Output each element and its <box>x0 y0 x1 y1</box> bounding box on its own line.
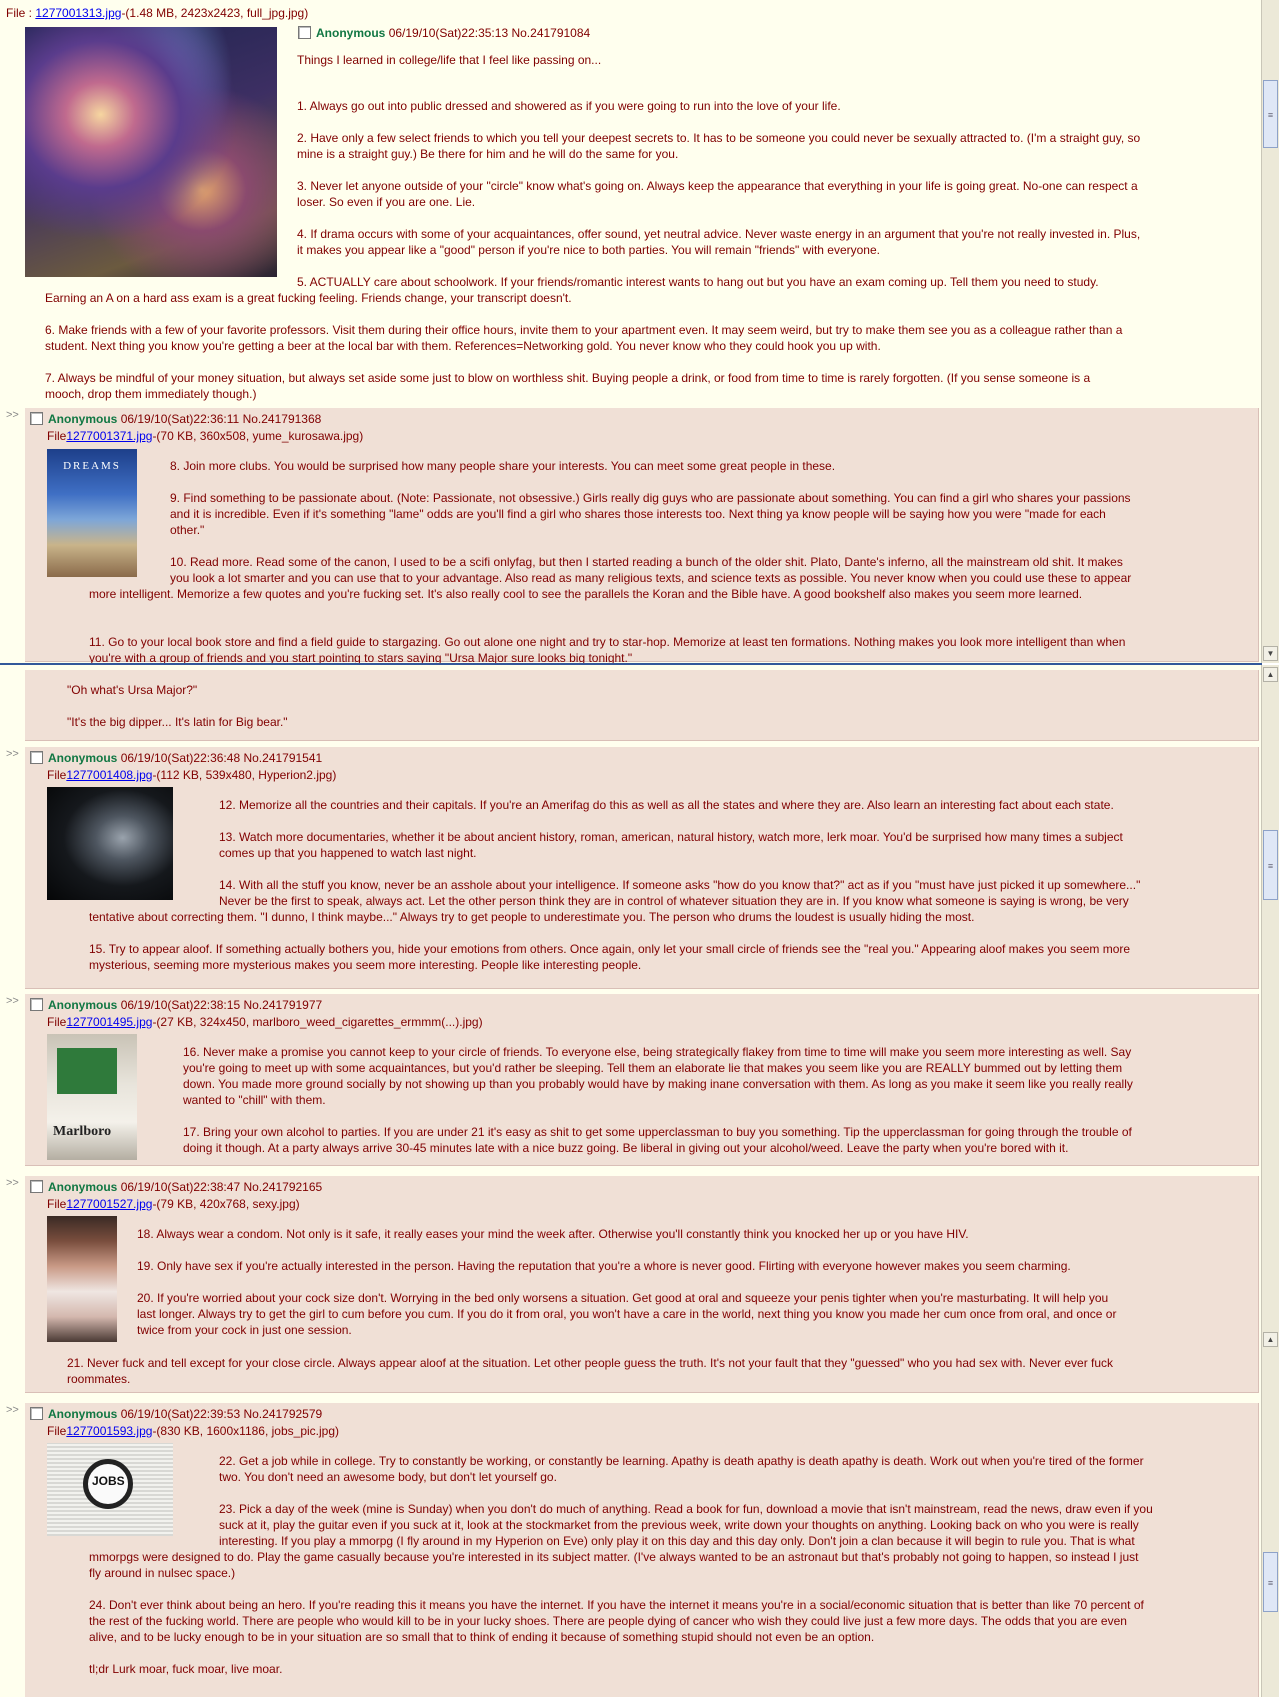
post-datetime: 06/19/10(Sat)22:38:15 <box>120 998 241 1012</box>
op-file-meta: -(1.48 MB, 2423x2423, full_jpg.jpg) <box>121 6 309 20</box>
op-message-intro: Things I learned in college/life that I … <box>297 53 602 67</box>
file-link[interactable]: 1277001371.jpg <box>66 429 152 443</box>
frame-divider <box>0 663 1262 665</box>
file-info: File1277001408.jpg-(112 KB, 539x480, Hyp… <box>47 768 337 782</box>
reply-checkbox[interactable] <box>30 998 43 1011</box>
reply-arrows: >> <box>6 995 19 1007</box>
file-label: File : <box>6 6 36 20</box>
op-poster-name: Anonymous <box>316 26 386 40</box>
reply-arrows: >> <box>6 1404 19 1416</box>
reply-message: 22. Get a job while in college. Try to c… <box>67 1453 1247 1677</box>
op-checkbox[interactable] <box>298 26 311 39</box>
post-number[interactable]: No.241791977 <box>243 998 322 1012</box>
message-part-a: 22. Get a job while in college. Try to c… <box>219 1454 1153 1548</box>
op-header: Anonymous 06/19/10(Sat)22:35:13 No.24179… <box>298 26 590 40</box>
poster-name: Anonymous <box>48 412 118 426</box>
message-part-b: more intelligent. Memorize a few quotes … <box>89 587 1126 665</box>
reply-header: Anonymous 06/19/10(Sat)22:36:48 No.24179… <box>30 751 322 765</box>
reply-post: Anonymous 06/19/10(Sat)22:38:47 No.24179… <box>25 1176 1259 1393</box>
post-datetime: 06/19/10(Sat)22:38:47 <box>120 1180 241 1194</box>
reply-header: Anonymous 06/19/10(Sat)22:36:11 No.24179… <box>30 412 321 426</box>
thread-page: File : 1277001313.jpg-(1.48 MB, 2423x242… <box>0 0 1262 1697</box>
post-number[interactable]: No.241791541 <box>243 751 322 765</box>
file-link[interactable]: 1277001593.jpg <box>66 1424 152 1438</box>
op-datetime: 06/19/10(Sat)22:35:13 <box>388 26 509 40</box>
file-link[interactable]: 1277001495.jpg <box>66 1015 152 1029</box>
lower-scroll-arrow-mid[interactable]: ▲ <box>1263 1332 1278 1347</box>
reply-arrows: >> <box>6 409 19 421</box>
lower-scrollbar-thumb-1[interactable]: ≡ <box>1263 830 1278 900</box>
op-file-link[interactable]: 1277001313.jpg <box>35 6 121 20</box>
post-number[interactable]: No.241791368 <box>243 412 322 426</box>
post-datetime: 06/19/10(Sat)22:36:11 <box>120 412 240 426</box>
op-file-info: File : 1277001313.jpg-(1.48 MB, 2423x242… <box>6 6 308 20</box>
file-info: File1277001527.jpg-(79 KB, 420x768, sexy… <box>47 1197 300 1211</box>
lower-scrollbar[interactable]: ▲ ≡ ▲ ≡ <box>1261 665 1279 1697</box>
message-part-a: 16. Never make a promise you cannot keep… <box>183 1045 1133 1155</box>
file-link[interactable]: 1277001527.jpg <box>66 1197 152 1211</box>
reply-message: 16. Never make a promise you cannot keep… <box>67 1044 1247 1156</box>
reply-post: Anonymous 06/19/10(Sat)22:36:11 No.24179… <box>25 408 1259 665</box>
op-message-main: 1. Always go out into public dressed and… <box>297 99 1141 289</box>
lower-scrollbar-thumb-2[interactable]: ≡ <box>1263 1552 1278 1612</box>
reply-checkbox[interactable] <box>30 751 43 764</box>
file-link[interactable]: 1277001408.jpg <box>66 768 152 782</box>
file-info: File1277001495.jpg-(27 KB, 324x450, marl… <box>47 1015 483 1029</box>
upper-scrollbar-thumb[interactable]: ≡ <box>1263 80 1278 148</box>
poster-name: Anonymous <box>48 998 118 1012</box>
reply-post-continued: "Oh what's Ursa Major?" "It's the big di… <box>25 670 1259 741</box>
message-part-c: "Oh what's Ursa Major?" "It's the big di… <box>67 683 288 729</box>
file-info: File1277001371.jpg-(70 KB, 360x508, yume… <box>47 429 364 443</box>
reply-post: Anonymous 06/19/10(Sat)22:38:15 No.24179… <box>25 994 1259 1166</box>
message-part-b: 21. Never fuck and tell except for your … <box>67 1356 1114 1386</box>
post-datetime: 06/19/10(Sat)22:39:53 <box>120 1407 241 1421</box>
upper-scroll-down-arrow[interactable]: ▼ <box>1263 646 1278 661</box>
reply-message: 18. Always wear a condom. Not only is it… <box>67 1226 1247 1338</box>
reply-header: Anonymous 06/19/10(Sat)22:38:47 No.24179… <box>30 1180 322 1194</box>
message-part-a: 12. Memorize all the countries and their… <box>219 798 1141 908</box>
reply-header: Anonymous 06/19/10(Sat)22:38:15 No.24179… <box>30 998 322 1012</box>
poster-name: Anonymous <box>48 1407 118 1421</box>
message-part-b: tentative about correcting them. "I dunn… <box>89 910 1131 972</box>
message-part-b: mmorpgs were designed to do. Play the ga… <box>89 1550 1144 1676</box>
message-part-a: 8. Join more clubs. You would be surpris… <box>170 459 1132 585</box>
post-number[interactable]: No.241792165 <box>243 1180 322 1194</box>
post-datetime: 06/19/10(Sat)22:36:48 <box>120 751 241 765</box>
op-post-number[interactable]: No.241791084 <box>511 26 590 40</box>
file-info: File1277001593.jpg-(830 KB, 1600x1186, j… <box>47 1424 339 1438</box>
reply-arrows: >> <box>6 1177 19 1189</box>
op-message: Things I learned in college/life that I … <box>45 52 1225 402</box>
post-number[interactable]: No.241792579 <box>243 1407 322 1421</box>
reply-checkbox[interactable] <box>30 1407 43 1420</box>
reply-checkbox[interactable] <box>30 1180 43 1193</box>
poster-name: Anonymous <box>48 1180 118 1194</box>
message-part-a: 18. Always wear a condom. Not only is it… <box>137 1227 1117 1337</box>
op-message-tail: Earning an A on a hard ass exam is a gre… <box>45 291 1123 401</box>
reply-header: Anonymous 06/19/10(Sat)22:39:53 No.24179… <box>30 1407 322 1421</box>
reply-post: Anonymous 06/19/10(Sat)22:36:48 No.24179… <box>25 747 1259 989</box>
reply-message: 12. Memorize all the countries and their… <box>67 797 1247 973</box>
reply-post: Anonymous 06/19/10(Sat)22:39:53 No.24179… <box>25 1403 1259 1697</box>
poster-name: Anonymous <box>48 751 118 765</box>
reply-checkbox[interactable] <box>30 412 43 425</box>
reply-arrows: >> <box>6 748 19 760</box>
reply-message: 8. Join more clubs. You would be surpris… <box>67 458 1247 666</box>
upper-scrollbar[interactable]: ≡ ▼ <box>1261 0 1279 663</box>
lower-scroll-up-arrow[interactable]: ▲ <box>1263 667 1278 682</box>
